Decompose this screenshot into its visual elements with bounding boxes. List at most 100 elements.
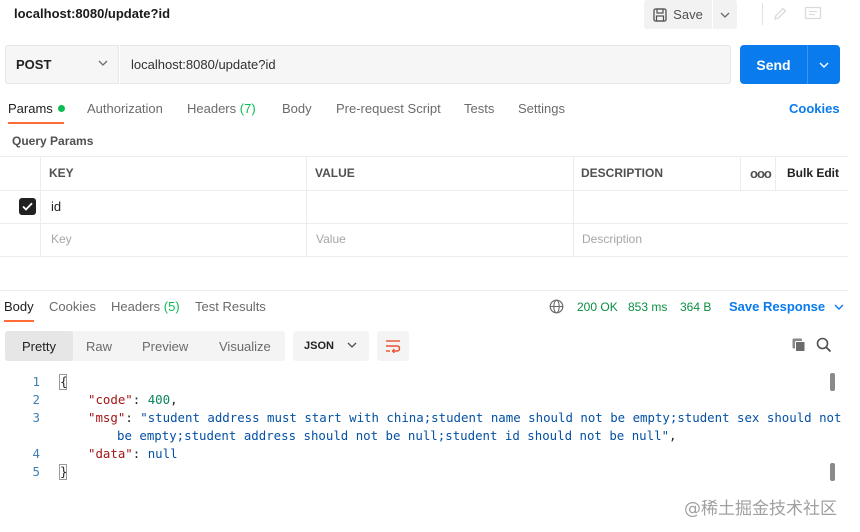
- response-headers-label: Headers: [111, 299, 161, 314]
- code-line-4: "data": null: [88, 446, 178, 461]
- line-number: 4: [32, 446, 40, 461]
- active-tab-indicator: [8, 122, 64, 124]
- response-time[interactable]: 853 ms: [628, 300, 667, 314]
- code-line-1: {: [60, 373, 67, 391]
- save-group: Save: [644, 0, 737, 29]
- param-key-cell[interactable]: id: [51, 199, 61, 214]
- json-value-data: null: [147, 446, 178, 461]
- table-border-bottom: [0, 256, 848, 257]
- method-value: POST: [16, 57, 52, 72]
- response-tab-body[interactable]: Body: [4, 299, 34, 314]
- json-value-code: 400: [147, 392, 171, 407]
- json-key-data: "data": [88, 446, 133, 461]
- chevron-down-icon: [720, 12, 730, 18]
- more-options-button[interactable]: ooo: [750, 166, 772, 181]
- close-brace: }: [60, 464, 68, 479]
- save-label: Save: [673, 7, 703, 22]
- line-number: 1: [32, 374, 40, 389]
- watermark: @稀土掘金技术社区: [684, 499, 837, 519]
- headers-count: (7): [239, 101, 256, 116]
- json-value-msg-part1: "student address must start with china;s…: [140, 410, 842, 425]
- col-header-key: KEY: [49, 166, 74, 180]
- col-divider: [40, 156, 41, 256]
- search-icon[interactable]: [816, 337, 832, 353]
- json-key-code: "code": [88, 392, 133, 407]
- tab-tests[interactable]: Tests: [464, 101, 494, 116]
- open-brace: {: [60, 374, 68, 389]
- response-tab-cookies[interactable]: Cookies: [49, 299, 96, 314]
- response-size[interactable]: 364 B: [680, 300, 711, 314]
- tab-params[interactable]: Params: [8, 101, 65, 116]
- code-line-3-wrap: be empty;student address should not be n…: [117, 428, 677, 443]
- format-value: JSON: [304, 340, 334, 352]
- params-active-dot: [57, 105, 65, 112]
- scrollbar-thumb[interactable]: [830, 373, 835, 391]
- tab-prerequest-script[interactable]: Pre-request Script: [336, 101, 441, 116]
- chevron-down-icon: [347, 342, 357, 348]
- tab-authorization[interactable]: Authorization: [87, 101, 163, 116]
- comment-icon[interactable]: [804, 6, 822, 22]
- param-enabled-checkbox[interactable]: [19, 198, 36, 215]
- tab-params-label: Params: [8, 101, 53, 116]
- chevron-down-icon: [834, 304, 844, 310]
- chevron-down-icon: [98, 60, 108, 66]
- edit-icon[interactable]: [772, 6, 788, 22]
- scrollbar-thumb[interactable]: [830, 463, 835, 481]
- view-mode-pretty[interactable]: Pretty: [5, 331, 73, 361]
- new-description-input[interactable]: Description: [582, 232, 642, 246]
- code-line-3: "msg": "student address must start with …: [88, 410, 842, 425]
- word-wrap-button[interactable]: [377, 331, 409, 361]
- view-mode-raw[interactable]: Raw: [86, 331, 112, 361]
- save-icon: [653, 7, 667, 22]
- json-key-msg: "msg": [88, 410, 126, 425]
- response-active-tab-indicator: [4, 320, 34, 322]
- code-line-2: "code": 400,: [88, 392, 178, 407]
- chevron-down-icon: [819, 62, 829, 68]
- col-divider: [306, 156, 307, 256]
- table-row-border: [0, 223, 848, 224]
- save-options-button[interactable]: [713, 0, 737, 29]
- table-header-border: [0, 190, 848, 191]
- line-number: 2: [32, 392, 40, 407]
- line-number: 5: [32, 464, 40, 479]
- response-status[interactable]: 200 OK: [577, 300, 618, 314]
- toolbar-divider: [762, 3, 763, 25]
- send-options-button[interactable]: [808, 45, 840, 84]
- json-value-msg-part2: be empty;student address should not be n…: [117, 428, 670, 443]
- send-button-group: Send: [740, 45, 840, 84]
- line-number: 3: [32, 410, 40, 425]
- response-pane-divider: [0, 290, 848, 291]
- send-button[interactable]: Send: [740, 45, 807, 84]
- request-title[interactable]: localhost:8080/update?id: [14, 6, 170, 21]
- tab-settings[interactable]: Settings: [518, 101, 565, 116]
- new-value-input[interactable]: Value: [316, 232, 346, 246]
- save-response-button[interactable]: Save Response: [729, 299, 844, 314]
- code-line-5: }: [60, 463, 67, 481]
- response-tab-headers[interactable]: Headers (5): [111, 299, 180, 314]
- response-tab-test-results[interactable]: Test Results: [195, 299, 266, 314]
- save-button[interactable]: Save: [644, 0, 712, 29]
- tab-headers-label: Headers: [187, 101, 237, 116]
- tab-headers[interactable]: Headers (7): [187, 101, 256, 116]
- format-select[interactable]: JSON: [293, 331, 369, 361]
- save-response-label: Save Response: [729, 299, 826, 314]
- table-border-top: [0, 156, 848, 157]
- tab-body[interactable]: Body: [282, 101, 312, 116]
- copy-icon[interactable]: [791, 337, 807, 353]
- globe-icon[interactable]: [549, 299, 564, 314]
- method-select[interactable]: POST: [5, 45, 119, 84]
- wrap-lines-icon: [386, 340, 401, 353]
- checkmark-icon: [22, 202, 33, 211]
- view-mode-group: Pretty Raw Preview Visualize: [5, 331, 285, 361]
- col-divider: [775, 156, 776, 190]
- new-key-input[interactable]: Key: [51, 232, 72, 246]
- bulk-edit-button[interactable]: Bulk Edit: [787, 166, 839, 180]
- url-input[interactable]: localhost:8080/update?id: [120, 45, 731, 84]
- query-params-title: Query Params: [12, 134, 94, 148]
- cookies-link[interactable]: Cookies: [789, 101, 840, 116]
- view-mode-preview[interactable]: Preview: [142, 331, 188, 361]
- view-mode-visualize[interactable]: Visualize: [219, 331, 271, 361]
- col-divider: [740, 156, 741, 190]
- col-header-value: VALUE: [315, 166, 355, 180]
- col-divider: [573, 156, 574, 256]
